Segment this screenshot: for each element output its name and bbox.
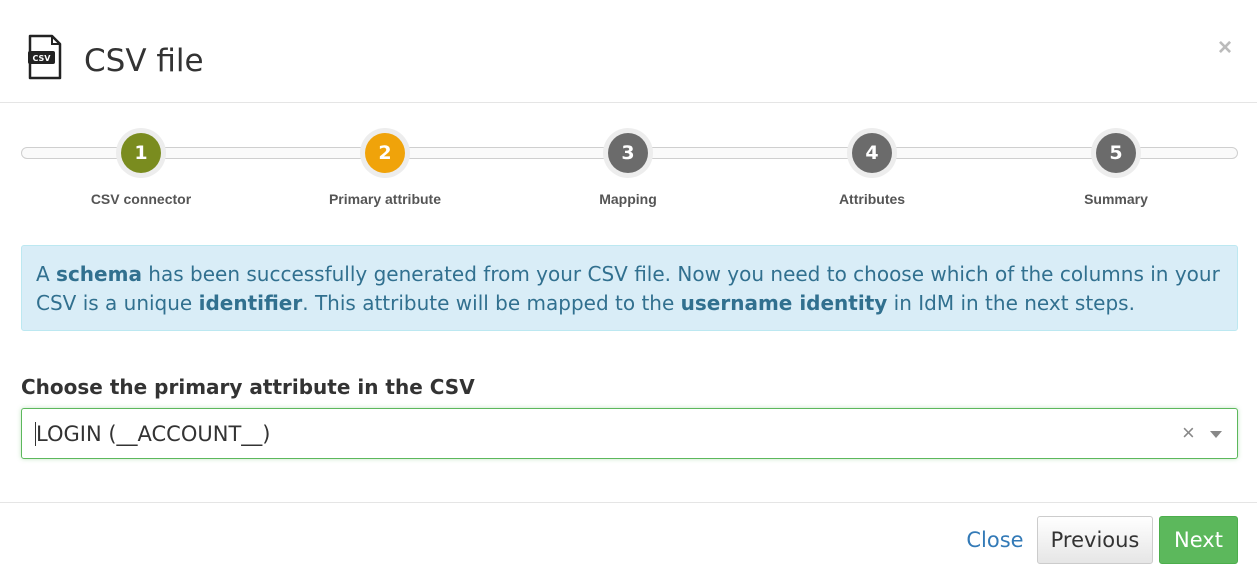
step-number-badge: 1 — [121, 133, 161, 173]
alert-bold-schema: schema — [56, 262, 142, 286]
csv-icon-text: CSV — [33, 54, 52, 63]
step-number-badge: 2 — [365, 133, 405, 173]
alert-bold-username-identity: username identity — [680, 291, 888, 315]
close-button[interactable]: Close — [960, 516, 1030, 564]
info-alert: A schema has been successfully generated… — [21, 245, 1238, 331]
step-number-badge: 4 — [852, 133, 892, 173]
wizard-step-mapping[interactable]: 3 Mapping — [508, 128, 748, 207]
step-number-badge: 3 — [608, 133, 648, 173]
primary-attribute-select[interactable]: LOGIN (__ACCOUNT__) × — [21, 408, 1238, 459]
next-button[interactable]: Next — [1159, 516, 1238, 564]
clear-icon[interactable]: × — [1182, 420, 1195, 446]
step-label: CSV connector — [90, 191, 192, 207]
alert-bold-identifier: identifier — [198, 291, 303, 315]
close-icon[interactable]: × — [1218, 36, 1232, 60]
wizard-step-csv-connector[interactable]: 1 CSV connector — [21, 128, 261, 207]
chevron-down-icon[interactable] — [1210, 431, 1222, 438]
wizard-step-summary[interactable]: 5 Summary — [996, 128, 1236, 207]
step-number-badge: 5 — [1096, 133, 1136, 173]
wizard-step-attributes[interactable]: 4 Attributes — [752, 128, 992, 207]
wizard-step-primary-attribute[interactable]: 2 Primary attribute — [265, 128, 505, 207]
step-label: Attributes — [838, 191, 906, 207]
step-label: Mapping — [599, 191, 657, 207]
select-value: LOGIN (__ACCOUNT__) — [36, 422, 271, 446]
step-label: Summary — [1084, 191, 1148, 207]
previous-button[interactable]: Previous — [1037, 516, 1153, 564]
csv-file-icon: CSV — [28, 34, 62, 80]
step-label: Primary attribute — [328, 191, 442, 207]
primary-attribute-label: Choose the primary attribute in the CSV — [21, 375, 475, 399]
wizard-progress: 1 CSV connector 2 Primary attribute 3 Ma… — [21, 128, 1238, 218]
modal-header: CSV CSV file × — [0, 0, 1257, 103]
modal-title: CSV file — [84, 43, 204, 79]
